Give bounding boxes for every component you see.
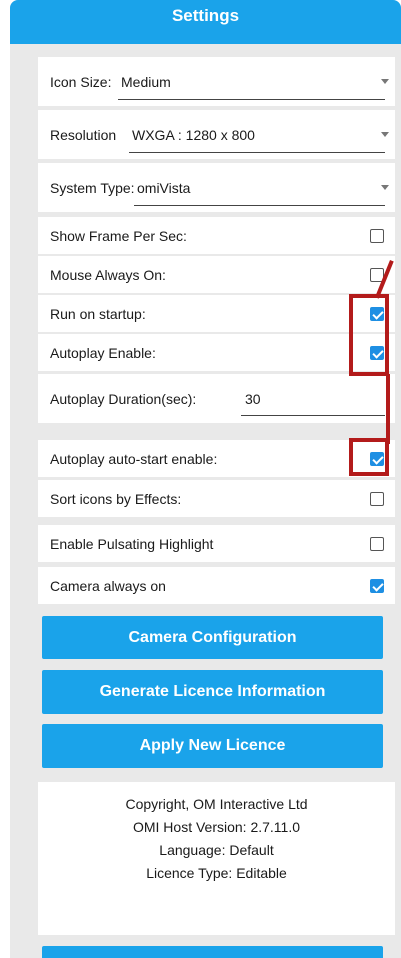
pulsating-highlight-row: Enable Pulsating Highlight <box>38 525 395 562</box>
run-on-startup-label: Run on startup: <box>50 305 146 322</box>
autoplay-auto-start-row: Autoplay auto-start enable: <box>38 440 395 477</box>
autoplay-enable-row: Autoplay Enable: <box>38 334 395 371</box>
settings-panel: Settings Icon Size: Medium Resolution WX… <box>10 0 401 958</box>
autoplay-auto-start-label: Autoplay auto-start enable: <box>50 450 218 467</box>
licence-type-text: Licence Type: Editable <box>146 865 287 881</box>
sort-icons-row: Sort icons by Effects: <box>38 480 395 517</box>
icon-size-value: Medium <box>121 73 171 90</box>
camera-always-on-checkbox[interactable] <box>370 578 384 593</box>
sort-icons-label: Sort icons by Effects: <box>50 490 182 507</box>
resolution-label: Resolution <box>50 126 117 143</box>
generate-licence-button[interactable]: Generate Licence Information <box>42 670 383 714</box>
show-fps-label: Show Frame Per Sec: <box>50 227 187 244</box>
about-info: Copyright, OM Interactive Ltd OMI Host V… <box>38 782 395 935</box>
apply-licence-button[interactable]: Apply New Licence <box>42 724 383 768</box>
system-type-label: System Type: <box>50 179 135 196</box>
mouse-always-on-row: Mouse Always On: <box>38 256 395 293</box>
autoplay-enable-label: Autoplay Enable: <box>50 344 156 361</box>
camera-always-on-row: Camera always on <box>38 567 395 604</box>
icon-size-dropdown[interactable]: Icon Size: Medium <box>38 57 395 106</box>
autoplay-duration-input[interactable]: 30 <box>245 391 261 407</box>
version-text: OMI Host Version: 2.7.11.0 <box>132 819 301 835</box>
show-fps-row: Show Frame Per Sec: <box>38 217 395 254</box>
highlight-box-startup-autoplay <box>349 294 389 376</box>
chevron-down-icon[interactable] <box>381 78 389 84</box>
input-underline <box>241 415 385 416</box>
dropdown-underline <box>118 99 385 100</box>
dropdown-underline <box>129 152 385 153</box>
chevron-down-icon[interactable] <box>381 131 389 137</box>
ok-button[interactable]: OK <box>42 946 383 958</box>
language-text: Language: Default <box>159 842 274 858</box>
pulsating-highlight-checkbox[interactable] <box>370 536 384 551</box>
highlight-box-auto-start <box>349 438 389 476</box>
icon-size-label: Icon Size: <box>50 73 112 90</box>
settings-header: Settings <box>10 0 401 44</box>
pulsating-highlight-label: Enable Pulsating Highlight <box>50 535 214 552</box>
highlight-connector-line <box>386 374 390 444</box>
sort-icons-checkbox[interactable] <box>370 491 384 506</box>
autoplay-duration-label: Autoplay Duration(sec): <box>50 390 197 407</box>
resolution-dropdown[interactable]: Resolution WXGA : 1280 x 800 <box>38 110 395 159</box>
dropdown-underline <box>134 205 385 206</box>
chevron-down-icon[interactable] <box>381 184 389 190</box>
camera-always-on-label: Camera always on <box>50 577 166 594</box>
mouse-always-on-label: Mouse Always On: <box>50 266 166 283</box>
camera-configuration-button[interactable]: Camera Configuration <box>42 616 383 659</box>
copyright-text: Copyright, OM Interactive Ltd <box>125 796 308 812</box>
system-type-value: omiVista <box>137 179 191 196</box>
system-type-dropdown[interactable]: System Type: omiVista <box>38 163 395 212</box>
run-on-startup-row: Run on startup: <box>38 295 395 332</box>
resolution-value: WXGA : 1280 x 800 <box>132 126 255 143</box>
show-fps-checkbox[interactable] <box>370 228 384 243</box>
autoplay-duration-row: Autoplay Duration(sec): 30 <box>38 374 395 423</box>
